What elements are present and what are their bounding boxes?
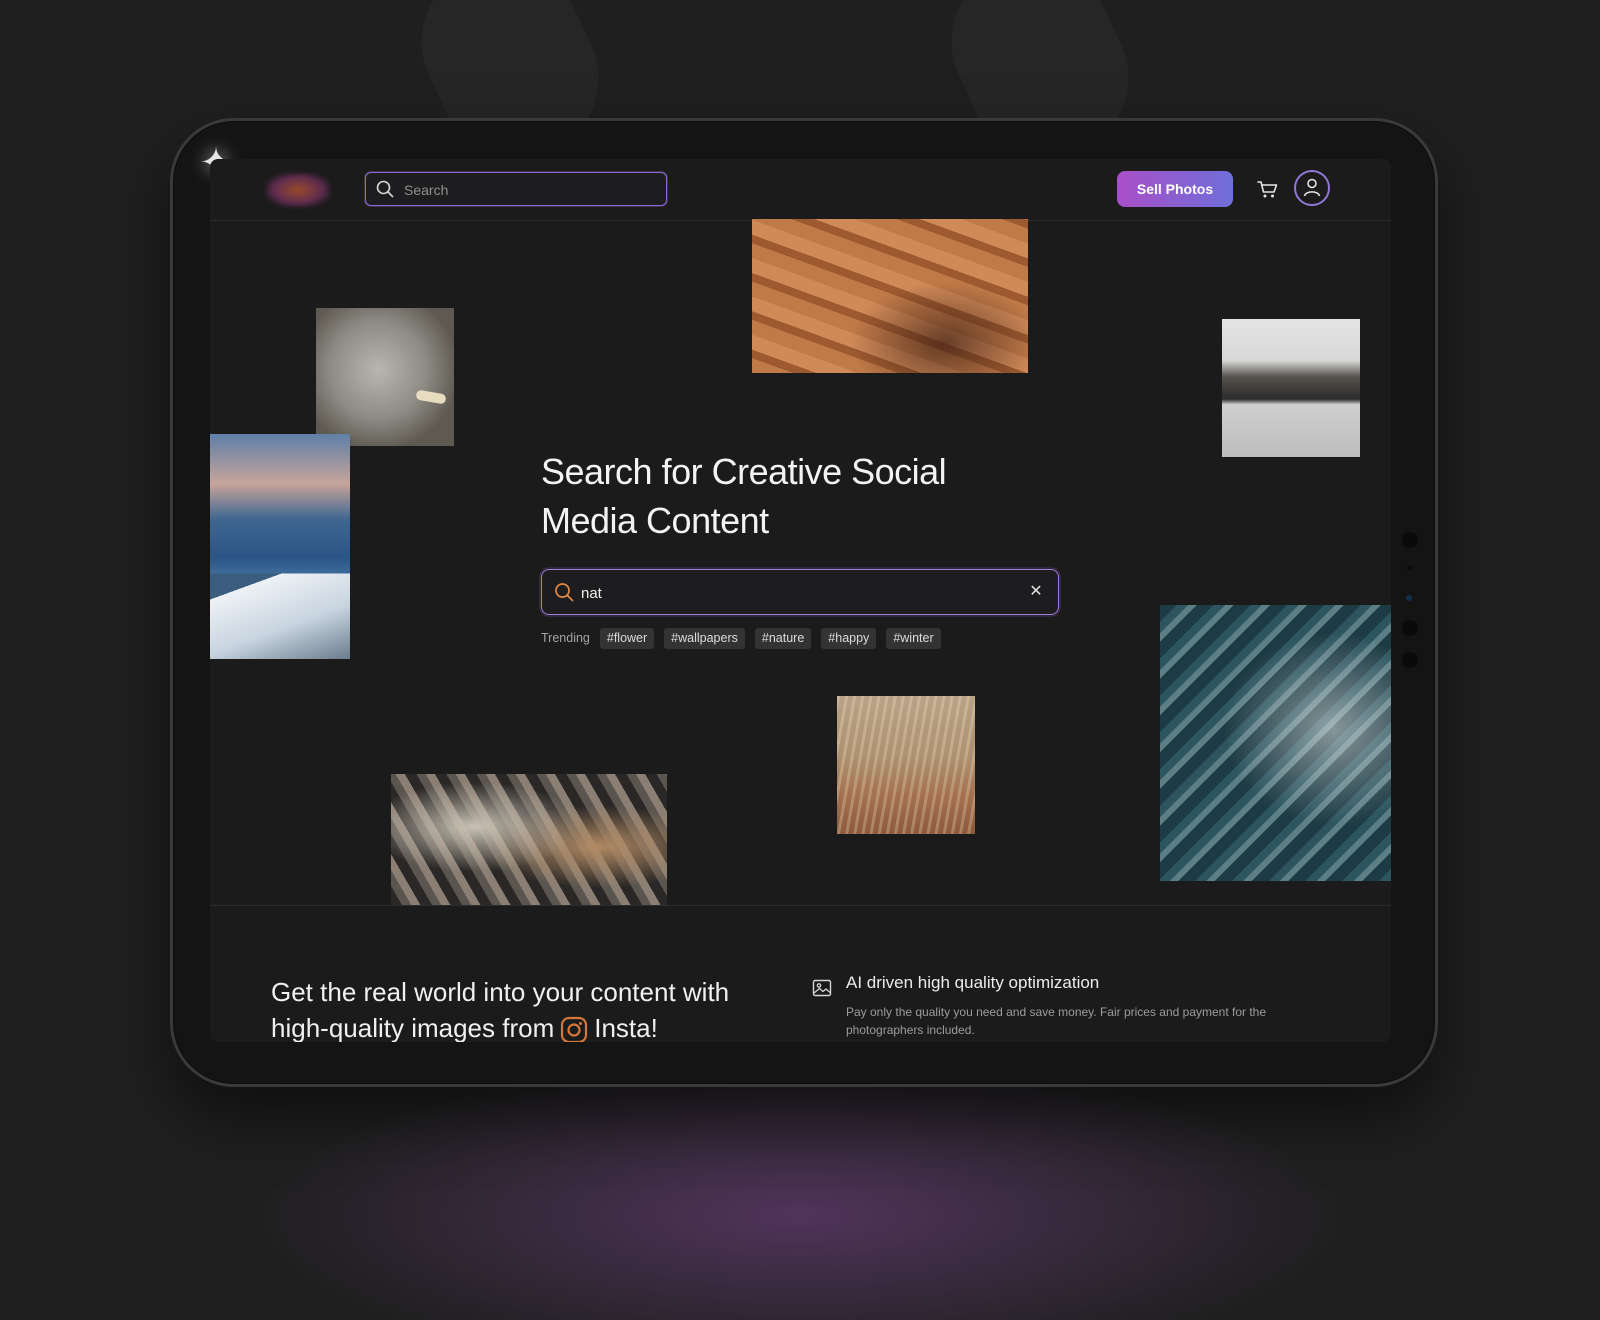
features-headline: Get the real world into your content wit… [271, 974, 791, 1042]
photo-rocky-terrain[interactable] [391, 774, 667, 906]
sell-photos-button[interactable]: Sell Photos [1117, 171, 1233, 207]
elephant-tusk [415, 389, 447, 405]
sensor-dot [1406, 595, 1412, 601]
header-search [365, 172, 667, 206]
search-icon [555, 583, 574, 602]
section-divider [210, 905, 1391, 906]
user-icon [1303, 178, 1321, 197]
tag-winter[interactable]: #winter [886, 627, 941, 649]
background-glow [250, 1060, 1350, 1320]
feature-title: AI driven high quality optimization [846, 973, 1100, 992]
image-icon [812, 979, 832, 997]
hero-search-input[interactable] [579, 579, 1023, 607]
close-icon: ✕ [1029, 583, 1043, 600]
trending-tags: Trending #flower #wallpapers #nature #ha… [541, 627, 941, 649]
header-search-input[interactable] [402, 177, 656, 203]
hero-title: Search for Creative Social Media Content [541, 451, 947, 541]
tag-flower[interactable]: #flower [599, 627, 655, 649]
trending-label: Trending [541, 631, 590, 645]
app-screen: Sell Photos Search for Creative Social M… [210, 159, 1391, 1042]
top-navbar: Sell Photos [210, 159, 1391, 221]
cart-icon[interactable] [1255, 176, 1281, 202]
hero-search: ✕ [541, 569, 1059, 615]
photo-ocean-waves[interactable] [1160, 605, 1391, 881]
search-icon [376, 180, 394, 198]
camera-dot [1402, 620, 1418, 636]
brand-logo[interactable] [266, 173, 330, 207]
photo-snowy-mountain[interactable] [210, 434, 350, 659]
features-headline-text: Get the real world into your content wit… [271, 977, 730, 1042]
clear-search-button[interactable]: ✕ [1024, 580, 1048, 604]
photo-elephant[interactable] [316, 308, 454, 446]
tag-nature[interactable]: #nature [754, 627, 812, 649]
tag-happy[interactable]: #happy [821, 627, 877, 649]
sensor-dot [1407, 565, 1412, 570]
features-headline-brand: Insta! [594, 1013, 658, 1042]
camera-dot [1402, 532, 1418, 548]
photo-desert-dunes[interactable] [752, 219, 1028, 373]
tag-wallpapers[interactable]: #wallpapers [664, 627, 745, 649]
photo-lake-shore[interactable] [1222, 319, 1360, 457]
feature-description: Pay only the quality you need and save m… [846, 1005, 1267, 1037]
user-avatar-button[interactable] [1294, 170, 1330, 206]
camera-dot [1402, 652, 1418, 668]
photo-wheat-field[interactable] [837, 696, 975, 834]
instagram-icon [561, 1017, 588, 1042]
